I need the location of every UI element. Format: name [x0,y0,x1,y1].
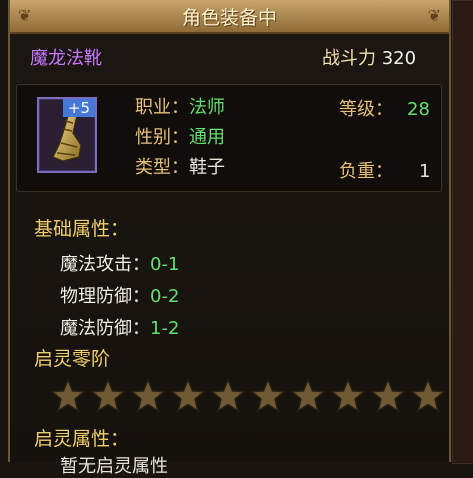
combat-power: 战斗力 320 [322,44,416,70]
job-row: 职业：法师 [135,93,225,119]
attr-row: 魔法攻击：0-1 [60,250,179,276]
attr-label: 魔法防御： [60,318,150,339]
item-icon-slot[interactable]: +5 [37,97,97,173]
item-info-box: +5 职业：法师 性别：通用 类型：鞋子 等级： 28 负重： 1 [16,84,442,192]
star-icon [170,378,206,413]
type-label: 类型： [135,157,189,178]
item-tooltip: ❦ 角色装备中 ❦ 魔龙法靴 战斗力 320 +5 职业：法师 性别：通用 类型… [8,0,451,477]
level-row: 等级： 28 [339,95,430,121]
combat-power-label: 战斗力 [322,48,376,69]
weight-label: 负重： [339,161,393,182]
base-attr-title: 基础属性： [34,218,130,240]
qiling-stars [50,378,446,414]
attr-value: 0-2 [150,286,180,307]
gender-label: 性别： [135,127,189,148]
star-icon [250,378,286,413]
combat-power-value: 320 [381,48,417,69]
star-icon [210,378,246,413]
job-label: 职业： [135,97,189,118]
gender-row: 性别：通用 [135,123,225,149]
qiling-attr-title: 启灵属性： [34,428,130,450]
attr-row: 魔法防御：1-2 [60,314,179,340]
ornament-right-icon: ❦ [427,6,441,25]
level-label: 等级： [339,99,393,120]
weight-value: 1 [419,161,431,182]
attr-label: 物理防御： [60,286,150,307]
item-name: 魔龙法靴 [30,48,102,69]
star-icon [290,378,326,413]
weight-row: 负重： 1 [339,157,430,183]
star-icon [90,378,126,413]
attr-label: 魔法攻击： [60,254,150,275]
tooltip-title: 角色装备中 [181,6,277,29]
tooltip-title-bar: ❦ 角色装备中 ❦ [10,0,449,34]
level-value: 28 [407,99,430,120]
ornament-left-icon: ❦ [18,6,32,25]
background-panel-right [452,0,473,464]
job-value: 法师 [189,97,225,118]
qiling-level: 启灵零阶 [34,348,111,370]
enhance-badge: +5 [62,99,95,117]
gender-value: 通用 [189,127,225,148]
attr-value: 1-2 [150,318,180,339]
type-row: 类型：鞋子 [135,153,225,179]
star-icon [410,378,446,413]
star-icon [130,378,166,413]
attr-value: 0-1 [150,254,180,275]
qiling-attr-note: 暂无启灵属性 [60,456,168,477]
star-icon [330,378,366,413]
attr-row: 物理防御：0-2 [60,282,179,308]
star-icon [50,378,86,413]
type-value: 鞋子 [189,157,225,178]
star-icon [370,378,406,413]
